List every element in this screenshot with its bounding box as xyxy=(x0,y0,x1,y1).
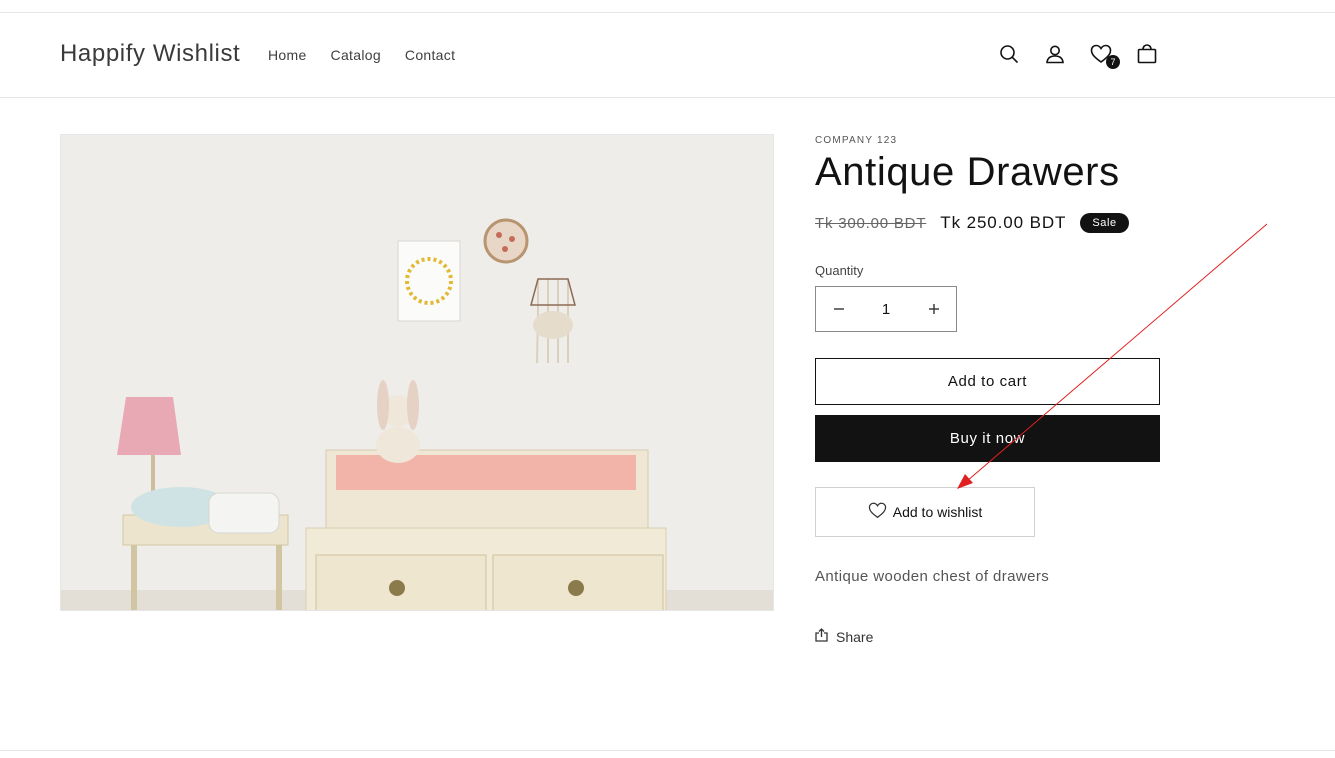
search-icon[interactable] xyxy=(996,41,1022,67)
heart-icon xyxy=(868,502,887,522)
add-to-wishlist-label: Add to wishlist xyxy=(892,504,983,520)
site-header: Happify Wishlist Home Catalog Contact 7 xyxy=(0,13,1335,98)
add-to-cart-button[interactable]: Add to cart xyxy=(815,358,1160,405)
wishlist-heart-icon[interactable]: 7 xyxy=(1088,41,1120,69)
quantity-label: Quantity xyxy=(815,263,864,278)
quantity-input[interactable] xyxy=(861,287,911,331)
price-sale: Tk 250.00 BDT xyxy=(940,213,1067,232)
price-row: Tk 300.00 BDT Tk 250.00 BDT Sale xyxy=(815,213,1129,233)
product-title: Antique Drawers xyxy=(815,150,1120,194)
price-regular: Tk 300.00 BDT xyxy=(815,214,927,232)
product-image[interactable] xyxy=(60,134,774,611)
cart-icon[interactable] xyxy=(1134,41,1160,67)
product-vendor: COMPANY 123 xyxy=(815,135,898,146)
nav-contact[interactable]: Contact xyxy=(405,47,455,63)
add-to-wishlist-button[interactable]: Add to wishlist xyxy=(815,487,1035,537)
nav-home[interactable]: Home xyxy=(268,47,307,63)
sale-badge: Sale xyxy=(1080,213,1129,233)
footer-divider xyxy=(0,750,1335,751)
share-icon xyxy=(815,628,828,645)
quantity-decrease-button[interactable] xyxy=(816,287,861,331)
share-label: Share xyxy=(836,628,874,645)
header-icons: 7 xyxy=(996,41,1160,69)
site-logo[interactable]: Happify Wishlist xyxy=(60,40,240,68)
nav-catalog[interactable]: Catalog xyxy=(331,47,381,63)
quantity-increase-button[interactable] xyxy=(911,287,956,331)
quantity-stepper xyxy=(815,286,957,332)
account-icon[interactable] xyxy=(1042,41,1068,67)
plus-icon xyxy=(928,304,939,314)
wishlist-count-badge: 7 xyxy=(1106,55,1120,69)
product-description: Antique wooden chest of drawers xyxy=(815,568,1050,585)
share-button[interactable]: Share xyxy=(815,628,873,645)
buy-now-button[interactable]: Buy it now xyxy=(815,415,1160,462)
main-nav: Home Catalog Contact xyxy=(268,47,455,63)
